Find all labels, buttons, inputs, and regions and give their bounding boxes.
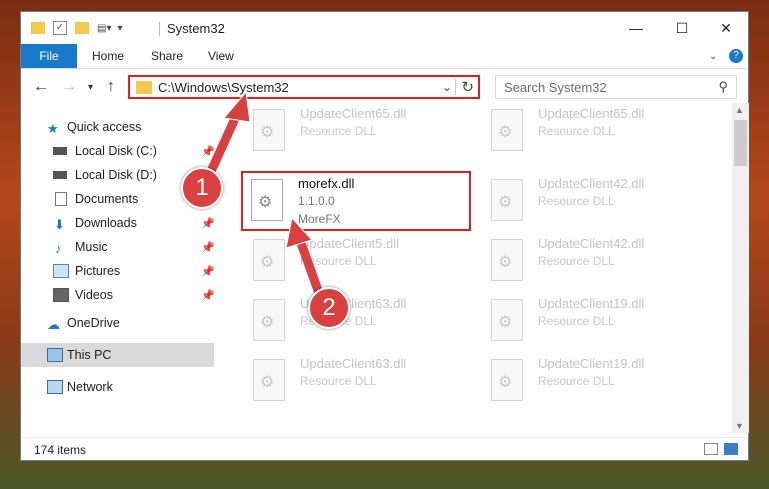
- arrow-2: [285, 216, 325, 301]
- step-2-badge: 2: [308, 287, 350, 329]
- annotation-arrows: [203, 90, 325, 301]
- step-1-badge: 1: [181, 167, 223, 209]
- arrow-1: [203, 90, 251, 183]
